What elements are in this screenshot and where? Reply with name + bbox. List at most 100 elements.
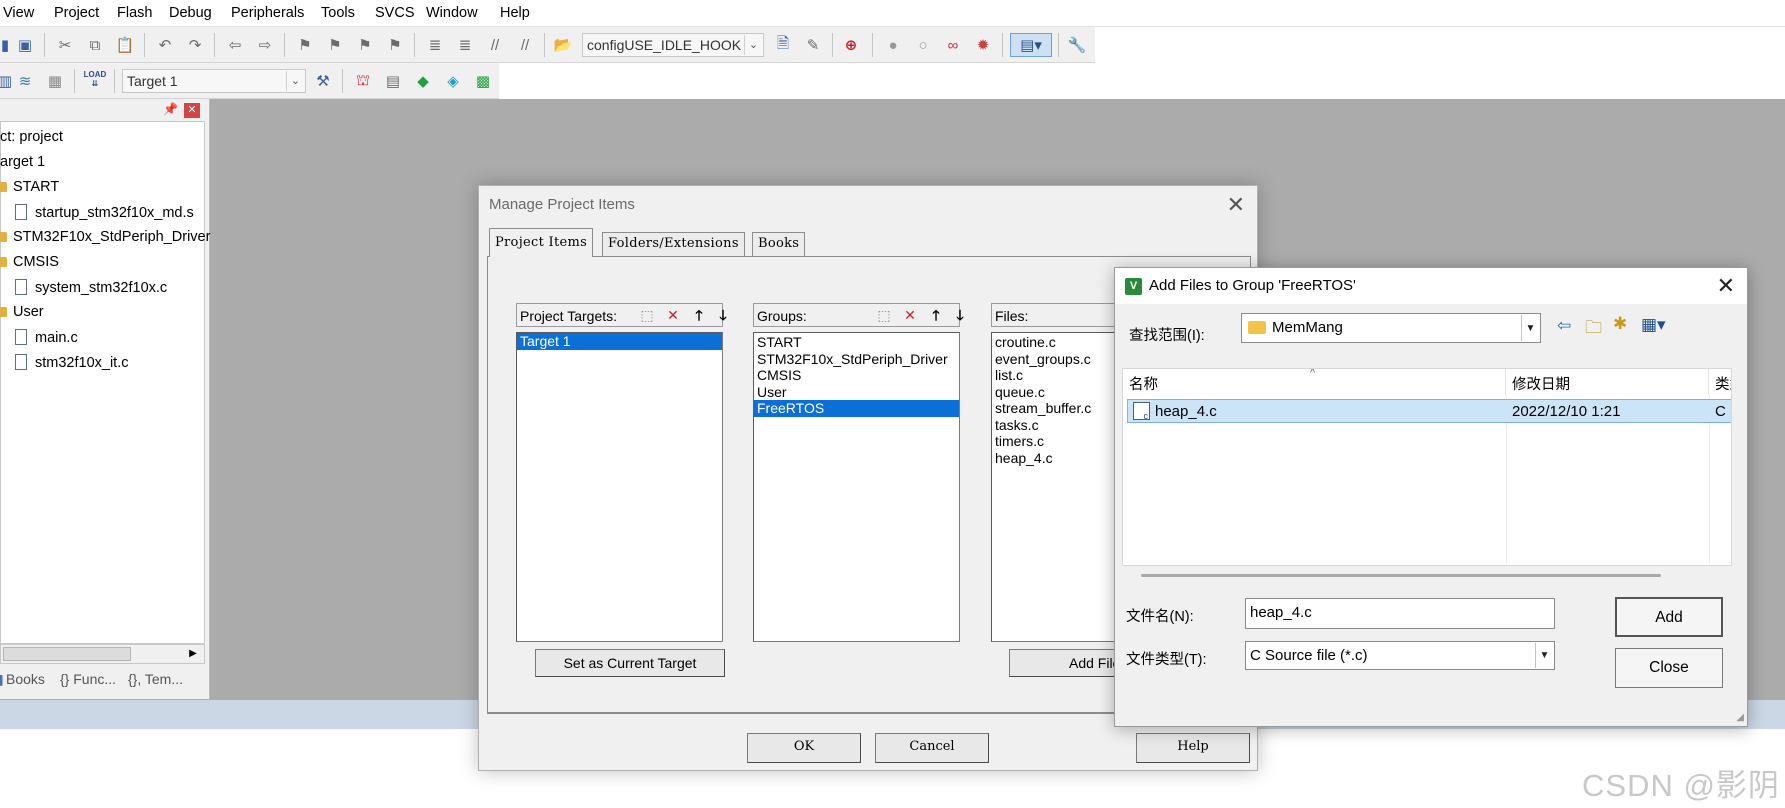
event-recorder-icon[interactable]: ▩ [472,70,494,92]
debug-start-icon[interactable]: ⊕ [840,34,862,56]
menu-help[interactable]: Help [500,5,530,21]
tree-file[interactable]: main.c [15,329,78,346]
breakpoint-icon[interactable]: ● [882,34,904,56]
delete-icon[interactable]: ✕ [663,306,683,324]
menu-view[interactable]: View [3,5,34,21]
comment-icon[interactable]: // [484,34,506,56]
menu-window[interactable]: Window [426,5,478,21]
chevron-down-icon[interactable]: ⌄ [744,35,762,55]
list-item[interactable]: User [754,384,959,401]
uncomment-icon[interactable]: // [514,34,536,56]
window-layout-icon[interactable]: ▤▾ [1010,33,1052,57]
file-row[interactable]: c heap_4.c 2022/12/10 1:21 C Source file [1127,399,1731,423]
build-icon[interactable]: ≋ [14,70,36,92]
move-up-icon[interactable]: 🡑 [926,306,946,324]
column-date[interactable]: 修改日期 [1506,369,1709,395]
breakpoint-disable-icon[interactable]: ○ [912,34,934,56]
close-icon[interactable]: ✕ [1717,273,1735,299]
target-combo[interactable]: Target 1 ⌄ [122,69,306,93]
tree-file[interactable]: system_stm32f10x.c [15,279,167,296]
list-item[interactable]: CMSIS [754,367,959,384]
help-button[interactable]: Help [1136,733,1250,763]
new-folder-icon[interactable]: ✱ [1613,314,1627,334]
bookmark-prev-icon[interactable]: ⚑ [324,34,346,56]
nav-forward-icon[interactable]: ⇨ [254,34,276,56]
tree-file[interactable]: stm32f10x_it.c [15,354,129,371]
move-down-icon[interactable]: 🡓 [713,306,733,324]
tab-project-items[interactable]: Project Items [489,228,594,257]
tab-templates[interactable]: {}, Tem... [128,671,183,687]
new-icon[interactable]: ⬚ [637,306,657,324]
bookmark-next-icon[interactable]: ⚑ [354,34,376,56]
tree-group[interactable]: START [0,179,59,195]
menu-debug[interactable]: Debug [169,5,212,21]
chevron-down-icon[interactable]: ⌄ [286,71,304,91]
nav-back-icon[interactable]: ⇦ [224,34,246,56]
manage-rte-icon[interactable]: ◆ [412,70,434,92]
filename-input[interactable]: heap_4.c [1245,598,1555,629]
unindent-icon[interactable]: ≣ [454,34,476,56]
breakpoint-kill-all-icon[interactable]: ✹ [972,34,994,56]
view-menu-icon[interactable]: ▦▾ [1641,315,1666,335]
column-type[interactable]: 类型 [1709,369,1731,395]
incremental-find-icon[interactable]: ✎ [802,34,824,56]
copy-icon[interactable]: ⧉ [84,34,106,56]
delete-icon[interactable]: ✕ [900,306,920,324]
pack-installer-icon[interactable]: ◈ [442,70,464,92]
up-folder-icon[interactable]: 🗀 [1585,315,1602,344]
menu-tools[interactable]: Tools [321,5,355,21]
bookmark-toggle-icon[interactable]: ⚑ [294,34,316,56]
menu-flash[interactable]: Flash [117,5,152,21]
find-icon[interactable]: 🗎 [772,34,794,56]
look-in-combo[interactable]: MemMang ▼ [1241,313,1541,343]
tree-group[interactable]: CMSIS [0,254,59,270]
indent-icon[interactable]: ≣ [424,34,446,56]
tab-folders-extensions[interactable]: Folders/Extensions [602,232,745,256]
paste-icon[interactable]: 📋 [114,34,136,56]
manage-project-items-icon[interactable]: ⛫ [352,70,374,92]
list-item[interactable]: STM32F10x_StdPeriph_Driver [754,351,959,368]
back-arrow-icon[interactable]: ⇦ [1557,316,1571,336]
tree-group[interactable]: STM32F10x_StdPeriph_Driver [0,229,210,245]
close-icon[interactable]: ✕ [1227,192,1245,218]
tree-group[interactable]: User [0,304,44,320]
list-item[interactable]: START [754,334,959,351]
targets-list[interactable]: Target 1 [516,332,723,642]
find-in-files-icon[interactable]: 📂 [552,34,574,56]
target-options-icon[interactable]: ⚒ [312,70,334,92]
add-button[interactable]: Add [1615,597,1723,637]
filetype-select[interactable]: C Source file (*.c) ▼ [1245,641,1555,670]
resize-grip-icon[interactable]: ◢ [1736,712,1744,723]
set-current-target-button[interactable]: Set as Current Target [535,649,725,677]
breakpoint-disable-all-icon[interactable]: ∞ [942,34,964,56]
bookmark-clear-icon[interactable]: ⚑ [384,34,406,56]
rebuild-icon[interactable]: ▦ [44,70,66,92]
groups-list[interactable]: START STM32F10x_StdPeriph_Driver CMSIS U… [753,332,960,642]
move-down-icon[interactable]: 🡓 [950,306,970,324]
scrollbar-thumb[interactable] [3,647,131,661]
find-combo[interactable]: configUSE_IDLE_HOOK ⌄ [582,33,764,57]
horizontal-scrollbar[interactable] [1141,574,1661,577]
horizontal-scrollbar[interactable]: ▶ [0,644,205,664]
redo-icon[interactable]: ↷ [184,34,206,56]
scroll-right-icon[interactable]: ▶ [184,646,202,662]
download-icon[interactable]: LOAD ⇊ [84,68,107,90]
new-icon[interactable]: ⬚ [874,306,894,324]
tab-functions[interactable]: {} Func... [60,671,116,687]
chevron-down-icon[interactable]: ▼ [1535,643,1553,668]
undo-icon[interactable]: ↶ [154,34,176,56]
move-up-icon[interactable]: 🡑 [689,306,709,324]
save-all-icon[interactable]: ▣ [14,34,36,56]
tree-root[interactable]: ct: project [0,129,63,145]
tab-books[interactable]: Books [752,232,806,256]
menu-svcs[interactable]: SVCS [375,5,415,21]
tree-file[interactable]: startup_stm32f10x_md.s [15,204,194,221]
tab-books[interactable]: Books [6,671,45,687]
pin-icon[interactable]: 📌 [163,102,178,116]
menu-peripherals[interactable]: Peripherals [231,5,304,21]
chevron-down-icon[interactable]: ▼ [1521,315,1539,341]
ok-button[interactable]: OK [747,733,861,763]
list-item[interactable]: Target 1 [517,333,722,350]
list-item[interactable]: FreeRTOS [754,400,959,417]
cut-icon[interactable]: ✂ [54,34,76,56]
